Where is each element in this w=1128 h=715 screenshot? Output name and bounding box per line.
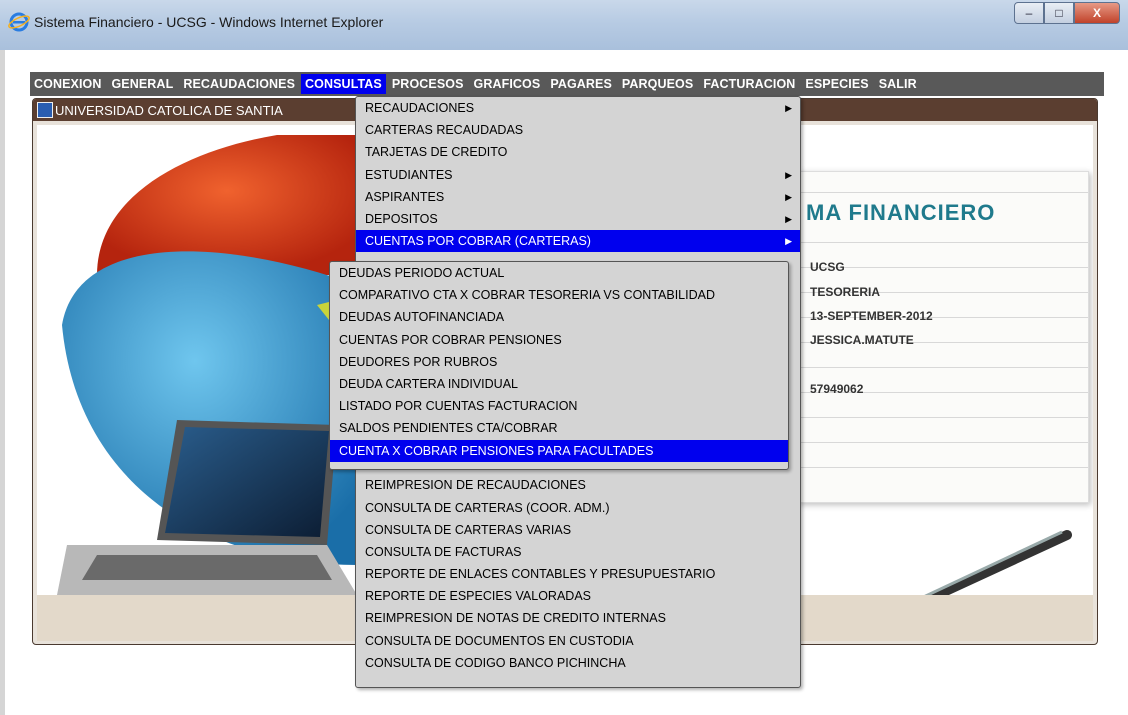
cuentas-item-7[interactable]: SALDOS PENDIENTES CTA/COBRAR <box>330 417 788 439</box>
consultas-item-6[interactable]: CUENTAS POR COBRAR (CARTERAS) ▶ <box>356 230 800 253</box>
submenu-arrow-icon: ▶ <box>785 103 792 113</box>
app-window-icon <box>37 102 53 118</box>
submenu-arrow-icon: ▶ <box>785 191 792 202</box>
cuentas-item-8[interactable]: CUENTA X COBRAR PENSIONES PARA FACULTADE… <box>330 439 788 462</box>
consultas-lower-item-7[interactable]: CONSULTA DE DOCUMENTOS EN CUSTODIA <box>356 630 800 652</box>
cuentas-item-6[interactable]: LISTADO POR CUENTAS FACTURACION <box>330 395 788 417</box>
cuentas-item-2[interactable]: DEUDAS AUTOFINANCIADA <box>330 306 788 328</box>
consultas-item-label: ESTUDIANTES <box>365 167 453 182</box>
consultas-item-label: DEPOSITOS <box>365 211 438 226</box>
consultas-item-label: ASPIRANTES <box>365 189 445 204</box>
ie-logo-icon <box>8 12 30 32</box>
submenu-arrow-icon: ▶ <box>785 236 792 247</box>
window-title: Sistema Financiero - UCSG - Windows Inte… <box>34 14 384 30</box>
consultas-item-3[interactable]: ESTUDIANTES ▶ <box>356 164 800 186</box>
window-title-bar: Sistema Financiero - UCSG - Windows Inte… <box>0 0 1128 51</box>
cuentas-por-cobrar-submenu: DEUDAS PERIODO ACTUAL COMPARATIVO CTA X C… <box>329 261 789 470</box>
maximize-button[interactable]: □ <box>1044 2 1074 24</box>
window-controls: – □ X <box>1014 2 1120 24</box>
consultas-item-label: TARJETAS DE CREDITO <box>365 145 508 160</box>
cuentas-item-3[interactable]: CUENTAS POR COBRAR PENSIONES <box>330 329 788 351</box>
pen-illustration <box>925 530 1072 595</box>
main-menu-bar: CONEXION GENERAL RECAUDACIONES CONSULTAS PRO… <box>30 72 1104 96</box>
menu-parqueos[interactable]: PARQUEOS <box>618 74 697 94</box>
system-title: MA FINANCIERO <box>806 200 996 225</box>
laptop-screen <box>165 427 329 537</box>
close-button[interactable]: X <box>1074 2 1120 24</box>
menu-procesos[interactable]: PROCESOS <box>388 74 468 94</box>
consultas-lower-item-2[interactable]: CONSULTA DE CARTERAS VARIAS <box>356 519 800 541</box>
consultas-lower-item-1[interactable]: CONSULTA DE CARTERAS (COOR. ADM.) <box>356 497 800 519</box>
consultas-lower-item-0[interactable]: REIMPRESION DE RECAUDACIONES <box>356 474 800 496</box>
browser-content-top <box>0 50 1128 72</box>
submenu-arrow-icon: ▶ <box>785 213 792 224</box>
info-institution: UCSG <box>810 260 845 274</box>
menu-especies[interactable]: ESPECIES <box>801 74 872 94</box>
consultas-item-label: RECAUDACIONES <box>365 101 475 115</box>
consultas-item-5[interactable]: DEPOSITOS ▶ <box>356 208 800 230</box>
menu-consultas[interactable]: CONSULTAS <box>301 74 386 94</box>
info-panel: MA FINANCIERO UCSG TESORERIA 13-SEPTEMBE… <box>797 171 1089 503</box>
submenu-arrow-icon: ▶ <box>785 169 792 180</box>
cuentas-item-0[interactable]: DEUDAS PERIODO ACTUAL <box>330 262 788 284</box>
menu-conexion[interactable]: CONEXION <box>30 74 105 94</box>
cuentas-item-5[interactable]: DEUDA CARTERA INDIVIDUAL <box>330 373 788 395</box>
menu-recaudaciones[interactable]: RECAUDACIONES <box>179 74 299 94</box>
menu-salir[interactable]: SALIR <box>875 74 921 94</box>
mdi-title-text: UNIVERSIDAD CATOLICA DE SANTIA <box>55 103 283 118</box>
menu-graficos[interactable]: GRAFICOS <box>470 74 545 94</box>
info-id: 57949062 <box>810 382 864 396</box>
consultas-lower-item-6[interactable]: REIMPRESION DE NOTAS DE CREDITO INTERNAS <box>356 607 800 629</box>
info-user: JESSICA.MATUTE <box>810 333 914 347</box>
cuentas-item-4[interactable]: DEUDORES POR RUBROS <box>330 351 788 373</box>
menu-pagares[interactable]: PAGARES <box>546 74 616 94</box>
info-department: TESORERIA <box>810 285 881 299</box>
consultas-lower-item-5[interactable]: REPORTE DE ESPECIES VALORADAS <box>356 585 800 607</box>
consultas-item-2[interactable]: TARJETAS DE CREDITO <box>356 141 800 163</box>
consultas-item-label: CARTERAS RECAUDADAS <box>365 123 524 138</box>
consultas-lower-item-3[interactable]: CONSULTA DE FACTURAS <box>356 541 800 563</box>
info-date: 13-SEPTEMBER-2012 <box>810 309 933 323</box>
consultas-item-label: CUENTAS POR COBRAR (CARTERAS) <box>365 234 591 249</box>
menu-general[interactable]: GENERAL <box>107 74 177 94</box>
menu-facturacion[interactable]: FACTURACION <box>699 74 799 94</box>
consultas-lower-item-8[interactable]: CONSULTA DE CODIGO BANCO PICHINCHA <box>356 652 800 674</box>
consultas-lower-item-4[interactable]: REPORTE DE ENLACES CONTABLES Y PRESUPUES… <box>356 563 800 585</box>
consultas-item-1[interactable]: CARTERAS RECAUDADAS <box>356 119 800 141</box>
consultas-item-4[interactable]: ASPIRANTES ▶ <box>356 186 800 208</box>
cuentas-item-1[interactable]: COMPARATIVO CTA X COBRAR TESORERIA VS CO… <box>330 284 788 306</box>
consultas-item-0[interactable]: RECAUDACIONES ▶ <box>356 97 800 119</box>
window-left-border <box>0 50 5 715</box>
minimize-button[interactable]: – <box>1014 2 1044 24</box>
